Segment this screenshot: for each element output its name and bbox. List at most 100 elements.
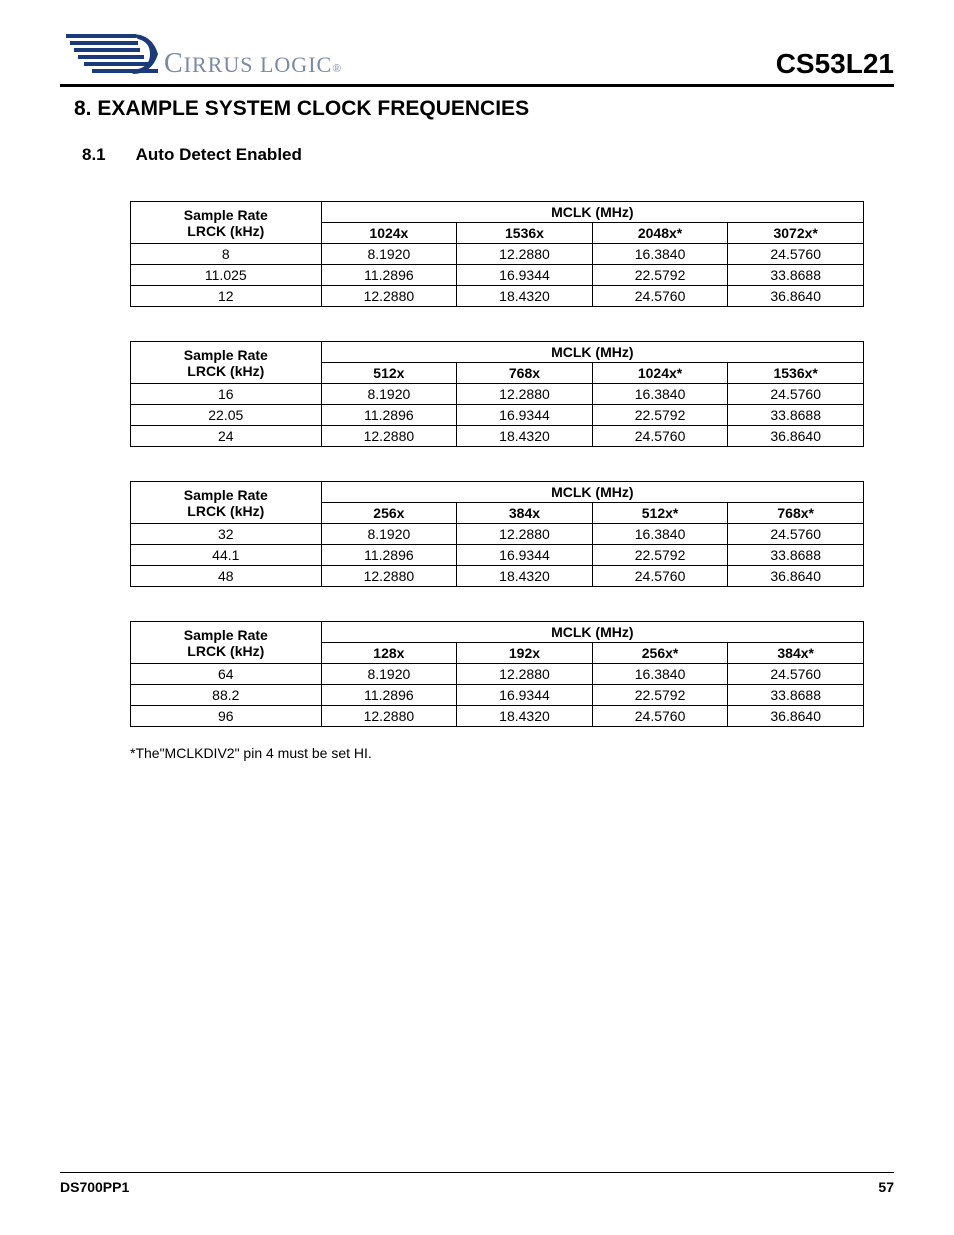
mclk-header: MCLK (MHz) [321, 342, 863, 363]
sample-rate-cell: 88.2 [131, 685, 322, 706]
clock-frequency-table: Sample RateLRCK (kHz)MCLK (MHz)512x768x1… [130, 341, 864, 447]
mclk-cell: 11.2896 [321, 405, 457, 426]
mclk-cell: 33.8688 [728, 265, 864, 286]
company-name: CIRRUS LOGIC® [164, 48, 342, 80]
mclk-cell: 12.2880 [321, 426, 457, 447]
cirrus-wave-icon [60, 28, 160, 80]
sample-rate-cell: 12 [131, 286, 322, 307]
subsection-title: Auto Detect Enabled [136, 145, 302, 165]
sample-rate-cell: 16 [131, 384, 322, 405]
sample-rate-cell: 11.025 [131, 265, 322, 286]
table-row: 1212.288018.432024.576036.8640 [131, 286, 864, 307]
subsection-heading: 8.1 Auto Detect Enabled [82, 145, 894, 165]
mclk-header: MCLK (MHz) [321, 482, 863, 503]
table-row: 648.192012.288016.384024.5760 [131, 664, 864, 685]
subsection-number: 8.1 [82, 145, 106, 165]
multiplier-header: 128x [321, 643, 457, 664]
mclk-cell: 36.8640 [728, 426, 864, 447]
mclk-cell: 12.2880 [321, 566, 457, 587]
page-header: CIRRUS LOGIC® CS53L21 [60, 28, 894, 80]
page-footer: DS700PP1 57 [60, 1172, 894, 1195]
table-row: 4812.288018.432024.576036.8640 [131, 566, 864, 587]
mclk-cell: 11.2896 [321, 685, 457, 706]
mclk-header: MCLK (MHz) [321, 202, 863, 223]
clock-frequency-table: Sample RateLRCK (kHz)MCLK (MHz)128x192x2… [130, 621, 864, 727]
mclk-cell: 33.8688 [728, 545, 864, 566]
multiplier-header: 768x* [728, 503, 864, 524]
sample-rate-cell: 8 [131, 244, 322, 265]
mclk-cell: 24.5760 [592, 706, 728, 727]
sample-rate-cell: 44.1 [131, 545, 322, 566]
mclk-cell: 16.3840 [592, 664, 728, 685]
multiplier-header: 512x* [592, 503, 728, 524]
multiplier-header: 1024x* [592, 363, 728, 384]
table-row: 2412.288018.432024.576036.8640 [131, 426, 864, 447]
mclk-cell: 8.1920 [321, 384, 457, 405]
footer-docid: DS700PP1 [60, 1179, 129, 1195]
multiplier-header: 2048x* [592, 223, 728, 244]
mclk-cell: 11.2896 [321, 265, 457, 286]
mclk-cell: 12.2880 [321, 706, 457, 727]
footer-page-number: 57 [878, 1179, 894, 1195]
sample-rate-header: Sample RateLRCK (kHz) [131, 342, 322, 384]
sample-rate-cell: 24 [131, 426, 322, 447]
mclk-cell: 33.8688 [728, 685, 864, 706]
mclk-cell: 36.8640 [728, 286, 864, 307]
mclk-cell: 24.5760 [728, 524, 864, 545]
mclk-cell: 12.2880 [457, 664, 593, 685]
sample-rate-cell: 96 [131, 706, 322, 727]
mclk-cell: 24.5760 [728, 384, 864, 405]
multiplier-header: 384x* [728, 643, 864, 664]
sample-rate-cell: 22.05 [131, 405, 322, 426]
multiplier-header: 1024x [321, 223, 457, 244]
mclk-cell: 12.2880 [457, 524, 593, 545]
sample-rate-cell: 64 [131, 664, 322, 685]
mclk-cell: 16.9344 [457, 405, 593, 426]
sample-rate-cell: 32 [131, 524, 322, 545]
clock-frequency-table: Sample RateLRCK (kHz)MCLK (MHz)1024x1536… [130, 201, 864, 307]
mclk-cell: 22.5792 [592, 545, 728, 566]
mclk-cell: 16.9344 [457, 265, 593, 286]
footnote: *The"MCLKDIV2" pin 4 must be set HI. [130, 745, 864, 761]
company-logo: CIRRUS LOGIC® [60, 28, 342, 80]
footer-rule [60, 1172, 894, 1173]
clock-frequency-table: Sample RateLRCK (kHz)MCLK (MHz)256x384x5… [130, 481, 864, 587]
mclk-cell: 24.5760 [592, 566, 728, 587]
mclk-cell: 16.3840 [592, 244, 728, 265]
sample-rate-header: Sample RateLRCK (kHz) [131, 202, 322, 244]
sample-rate-cell: 48 [131, 566, 322, 587]
document-number: CS53L21 [776, 48, 894, 80]
mclk-cell: 18.4320 [457, 426, 593, 447]
multiplier-header: 384x [457, 503, 593, 524]
mclk-cell: 22.5792 [592, 265, 728, 286]
mclk-cell: 16.3840 [592, 524, 728, 545]
table-row: 168.192012.288016.384024.5760 [131, 384, 864, 405]
mclk-cell: 22.5792 [592, 405, 728, 426]
header-rule [60, 84, 894, 87]
multiplier-header: 1536x [457, 223, 593, 244]
multiplier-header: 192x [457, 643, 593, 664]
mclk-cell: 8.1920 [321, 244, 457, 265]
multiplier-header: 768x [457, 363, 593, 384]
mclk-cell: 8.1920 [321, 664, 457, 685]
mclk-cell: 11.2896 [321, 545, 457, 566]
mclk-cell: 22.5792 [592, 685, 728, 706]
table-row: 88.211.289616.934422.579233.8688 [131, 685, 864, 706]
mclk-cell: 16.3840 [592, 384, 728, 405]
tables-container: Sample RateLRCK (kHz)MCLK (MHz)1024x1536… [60, 201, 894, 761]
mclk-cell: 8.1920 [321, 524, 457, 545]
table-row: 11.02511.289616.934422.579233.8688 [131, 265, 864, 286]
multiplier-header: 1536x* [728, 363, 864, 384]
mclk-header: MCLK (MHz) [321, 622, 863, 643]
mclk-cell: 18.4320 [457, 286, 593, 307]
mclk-cell: 24.5760 [728, 244, 864, 265]
mclk-cell: 33.8688 [728, 405, 864, 426]
mclk-cell: 12.2880 [321, 286, 457, 307]
table-row: 88.192012.288016.384024.5760 [131, 244, 864, 265]
sample-rate-header: Sample RateLRCK (kHz) [131, 482, 322, 524]
mclk-cell: 24.5760 [592, 286, 728, 307]
table-row: 328.192012.288016.384024.5760 [131, 524, 864, 545]
mclk-cell: 12.2880 [457, 384, 593, 405]
table-row: 9612.288018.432024.576036.8640 [131, 706, 864, 727]
mclk-cell: 24.5760 [728, 664, 864, 685]
